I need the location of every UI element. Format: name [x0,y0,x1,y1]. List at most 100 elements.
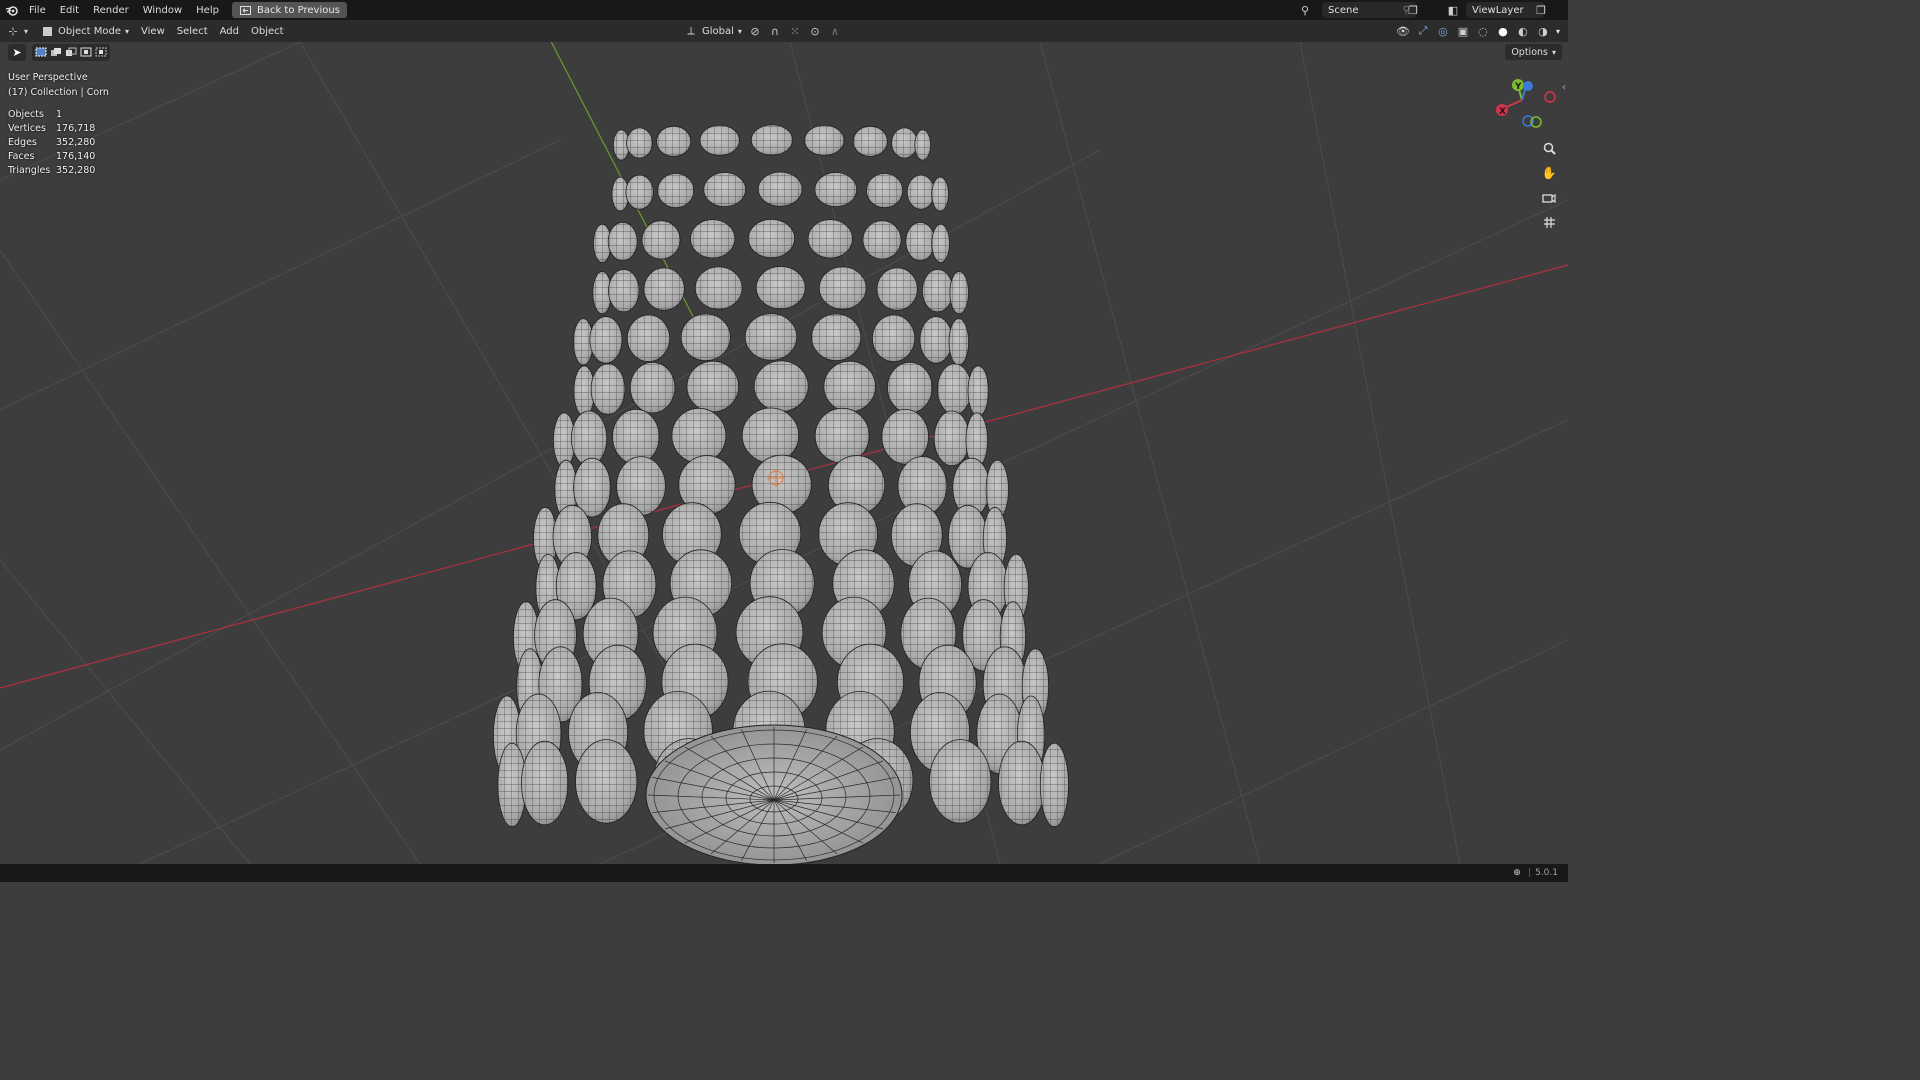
snap-icon[interactable]: ∩ [768,24,782,38]
select-subtract-icon[interactable] [64,46,78,58]
kernel-wireframe [819,266,867,310]
scene-selector-icon[interactable]: ⚲ [1298,3,1312,17]
version-label: 5.0.1 [1535,868,1558,878]
back-to-previous-button[interactable]: Back to Previous [231,2,347,18]
menu-object[interactable]: Object [245,26,290,37]
kernel-wireframe [1040,743,1069,827]
kernel-wireframe [881,409,929,465]
kernel-wireframe [804,125,844,156]
kernel-wireframe [608,222,638,261]
kernel-wireframe [681,314,731,361]
kernel-wireframe [920,316,953,364]
tool-header: ➤ [8,43,110,61]
object-mode-dropdown[interactable]: Object Mode ▾ [34,24,136,38]
wireframe-shading-icon[interactable]: ◌ [1476,24,1490,38]
stat-value: 352,280 [56,136,96,148]
new-scene-icon[interactable]: ❐ [1406,3,1420,17]
gizmo-z-axis[interactable] [1523,81,1533,91]
scene-statistics: Objects 1 Vertices 176,718 Edges 352,280 Fa… [8,107,95,177]
new-view-layer-icon[interactable]: ❐ [1534,3,1548,17]
kernel-wireframe [756,266,806,309]
kernel-wireframe [934,411,970,466]
scene-name-field[interactable]: Scene ⚲ [1322,2,1416,18]
select-new-icon[interactable] [34,46,48,58]
select-tool-button[interactable]: ➤ [8,43,26,61]
menu-edit[interactable]: Edit [53,5,86,16]
menu-view[interactable]: View [135,26,171,37]
select-intersect-icon[interactable] [94,46,108,58]
stat-row: Objects 1 [8,107,95,121]
navigation-gizmo[interactable]: Y X [1488,72,1564,134]
mode-label: Object Mode [58,25,122,37]
viewport-info: User Perspective (17) Collection | Corn [8,70,109,100]
kernel-wireframe [823,361,876,412]
kernel-wireframe [608,269,640,312]
kernel-wireframe [627,315,670,362]
kernel-wireframe [872,315,915,362]
kernel-wireframe [571,411,607,466]
kernel-wireframe [589,316,623,364]
menu-window[interactable]: Window [136,5,189,16]
stat-value: 176,718 [56,122,96,134]
falloff-icon[interactable]: ∧ [828,24,842,38]
stat-value: 176,140 [56,150,96,162]
hand-icon[interactable]: ✋ [1538,162,1560,184]
kernel-wireframe [905,222,935,261]
camera-icon[interactable] [1538,187,1560,209]
material-shading-icon[interactable]: ◐ [1516,24,1530,38]
kernel-wireframe [968,365,989,417]
menu-help[interactable]: Help [189,5,226,16]
kernel-wireframe [751,124,793,156]
overlay-toggle-icon[interactable]: ◎ [1436,24,1450,38]
stat-row: Faces 176,140 [8,149,95,163]
gizmo-x-label: X [1499,107,1506,117]
chevron-down-icon: ▾ [125,26,130,36]
pivot-point-icon[interactable]: ⊘ [748,24,762,38]
shading-options-chevron-icon[interactable]: ▾ [1556,27,1560,36]
editor-type-dropdown[interactable]: ⊹ ▾ [0,24,34,38]
visibility-icon[interactable]: 👁 [1396,24,1410,38]
xray-toggle-icon[interactable]: ▣ [1456,24,1470,38]
kernel-wireframe [853,126,888,157]
menu-add[interactable]: Add [214,26,245,37]
kernel-wireframe [914,129,931,161]
sidebar-toggle-chevron-icon[interactable]: ‹ [1562,82,1566,93]
blender-logo-icon[interactable] [2,0,22,20]
zoom-icon[interactable] [1538,137,1560,159]
kernel-wireframe [748,219,795,258]
transform-orientation-dropdown[interactable]: ⟂ Global ▾ [684,24,742,38]
proportional-edit-icon[interactable]: ⊙ [808,24,822,38]
options-dropdown[interactable]: Options ▾ [1505,44,1562,60]
corn-mesh [492,124,1069,864]
snap-grid-icon[interactable]: ⁙ [788,24,802,38]
view-layer-selector-icon[interactable]: ◧ [1446,3,1460,17]
stat-label: Vertices [8,122,46,134]
kernel-wireframe [575,739,637,824]
kernel-wireframe [745,313,797,361]
status-divider: | [1528,868,1532,878]
gizmo-toggle-icon[interactable]: ⤢ [1416,24,1430,38]
select-invert-icon[interactable] [79,46,93,58]
viewport-header: ⊹ ▾ Object Mode ▾ View Select Add Object … [0,20,1568,42]
menu-select[interactable]: Select [171,26,214,37]
status-bar: ⊕ | 5.0.1 [0,864,1568,882]
gizmo-neg-x[interactable] [1544,91,1556,103]
kernel-wireframe [808,219,853,258]
menu-render[interactable]: Render [86,5,136,16]
options-label: Options [1511,46,1548,58]
gizmo-y-label: Y [1514,82,1522,92]
3d-viewport[interactable] [0,42,1568,864]
kernel-wireframe [671,408,726,464]
menu-file[interactable]: File [22,5,53,16]
select-extend-icon[interactable] [49,46,63,58]
view-layer-field[interactable]: ViewLayer [1466,2,1544,18]
kernel-wireframe [937,363,972,415]
grid-icon[interactable] [1538,211,1560,233]
kernel-wireframe [700,125,740,156]
solid-shading-icon[interactable]: ● [1496,24,1510,38]
rendered-shading-icon[interactable]: ◑ [1536,24,1550,38]
kernel-wireframe [949,271,969,314]
kernel-wireframe [877,267,918,311]
kernel-wireframe [931,177,949,212]
kernel-wireframe [703,172,746,207]
